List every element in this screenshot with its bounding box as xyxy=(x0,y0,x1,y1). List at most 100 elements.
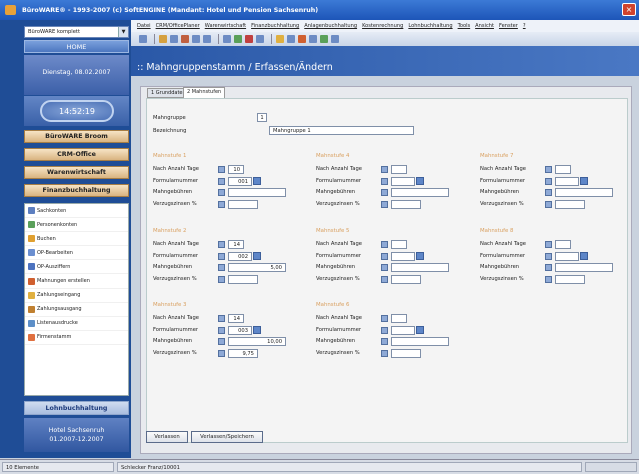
menu-item[interactable]: Fenster xyxy=(499,23,518,29)
new-icon[interactable] xyxy=(139,35,147,43)
field-formular[interactable] xyxy=(391,325,415,335)
field-icon[interactable] xyxy=(381,315,388,322)
field-icon[interactable] xyxy=(381,177,388,185)
field-icon[interactable] xyxy=(381,166,388,173)
field-zinsen[interactable] xyxy=(555,199,585,209)
field-icon[interactable] xyxy=(218,275,225,283)
open-icon[interactable] xyxy=(159,35,167,43)
module-button-broom[interactable]: BüroWARE Broom xyxy=(24,130,129,143)
field-formular[interactable] xyxy=(391,251,415,261)
field-icon[interactable] xyxy=(545,189,552,197)
field-icon[interactable] xyxy=(381,200,388,208)
form-lookup-icon[interactable] xyxy=(416,252,424,261)
field-icon[interactable] xyxy=(545,200,552,208)
menu-item[interactable]: CRM/OfficePlaner xyxy=(156,23,200,29)
copy-icon[interactable] xyxy=(192,35,200,43)
field-icon[interactable] xyxy=(218,315,225,322)
field-zinsen[interactable] xyxy=(391,274,421,284)
field-gebuehren[interactable] xyxy=(555,188,613,198)
form-lookup-icon[interactable] xyxy=(580,252,588,261)
nav-item[interactable]: Listenausdrucke xyxy=(25,317,128,331)
field-zinsen[interactable] xyxy=(391,348,421,358)
field-icon[interactable] xyxy=(545,252,552,260)
save-icon[interactable] xyxy=(170,35,178,43)
exit-icon[interactable] xyxy=(320,35,328,43)
field-gebuehren[interactable] xyxy=(228,188,286,198)
field-icon[interactable] xyxy=(218,177,225,185)
nav-item[interactable]: Sachkonten xyxy=(25,204,128,219)
field-icon[interactable] xyxy=(545,177,552,185)
menu-item[interactable]: Anlagenbuchhaltung xyxy=(304,23,357,29)
nav-item[interactable]: OP-Bearbeiten xyxy=(25,246,128,261)
menu-item[interactable]: Datei xyxy=(137,23,151,29)
field-icon[interactable] xyxy=(381,241,388,248)
form-lookup-icon[interactable] xyxy=(580,177,588,186)
field-zinsen[interactable] xyxy=(555,274,585,284)
module-button-warenwirtschaft[interactable]: Warenwirtschaft xyxy=(24,166,129,179)
menu-item[interactable]: Lohnbuchhaltung xyxy=(408,23,452,29)
nav-item[interactable]: Buchen xyxy=(25,232,128,247)
tab-mahnstufen[interactable]: 2 Mahnstufen xyxy=(183,87,226,98)
chart-icon[interactable] xyxy=(298,35,306,43)
menu-item[interactable]: Kostenrechnung xyxy=(362,23,403,29)
module-combo[interactable]: BüroWARE komplett ▼ xyxy=(24,26,129,38)
field-icon[interactable] xyxy=(381,349,388,357)
field-icon[interactable] xyxy=(218,189,225,197)
home-button[interactable]: HOME xyxy=(24,40,129,53)
field-formular[interactable]: 002 xyxy=(228,251,252,261)
field-icon[interactable] xyxy=(218,166,225,173)
verlassen-speichern-button[interactable]: Verlassen/Speichern xyxy=(191,431,263,443)
field-tage[interactable]: 10 xyxy=(228,165,244,174)
mahngruppe-field[interactable]: 1 xyxy=(257,113,267,122)
field-icon[interactable] xyxy=(545,264,552,272)
field-tage[interactable] xyxy=(555,165,571,174)
verlassen-button[interactable]: Verlassen xyxy=(146,431,188,443)
field-tage[interactable]: 14 xyxy=(228,240,244,249)
form-lookup-icon[interactable] xyxy=(253,326,261,335)
form-lookup-icon[interactable] xyxy=(253,252,261,261)
field-tage[interactable] xyxy=(391,165,407,174)
field-zinsen[interactable]: 9,75 xyxy=(228,348,258,358)
field-formular[interactable]: 003 xyxy=(228,325,252,335)
menu-item[interactable]: Warenwirtschaft xyxy=(205,23,246,29)
field-tage[interactable] xyxy=(391,240,407,249)
field-gebuehren[interactable]: 5,00 xyxy=(228,263,286,273)
field-icon[interactable] xyxy=(218,200,225,208)
delete-icon[interactable] xyxy=(181,35,189,43)
field-icon[interactable] xyxy=(381,275,388,283)
field-icon[interactable] xyxy=(381,326,388,334)
stop-icon[interactable] xyxy=(245,35,253,43)
field-icon[interactable] xyxy=(218,349,225,357)
menu-item[interactable]: Ansicht xyxy=(475,23,494,29)
field-gebuehren[interactable] xyxy=(391,263,449,273)
module-button-lohnbuchhaltung[interactable]: Lohnbuchhaltung xyxy=(24,401,129,415)
field-zinsen[interactable] xyxy=(228,199,258,209)
field-icon[interactable] xyxy=(218,338,225,346)
paste-icon[interactable] xyxy=(203,35,211,43)
form-lookup-icon[interactable] xyxy=(416,177,424,186)
field-icon[interactable] xyxy=(545,241,552,248)
field-icon[interactable] xyxy=(545,166,552,173)
field-gebuehren[interactable] xyxy=(391,337,449,347)
field-icon[interactable] xyxy=(381,338,388,346)
field-icon[interactable] xyxy=(218,252,225,260)
nav-item[interactable]: Mahnungen erstellen xyxy=(25,274,128,289)
field-gebuehren[interactable] xyxy=(391,188,449,198)
form-lookup-icon[interactable] xyxy=(416,326,424,335)
nav-item[interactable]: Firmenstamm xyxy=(25,331,128,345)
field-tage[interactable] xyxy=(391,314,407,323)
search-icon[interactable] xyxy=(234,35,242,43)
nav-item[interactable]: Zahlungsausgang xyxy=(25,303,128,317)
chevron-down-icon[interactable]: ▼ xyxy=(118,27,128,37)
menu-item[interactable]: Tools xyxy=(458,23,471,29)
help-icon[interactable] xyxy=(309,35,317,43)
field-formular[interactable] xyxy=(555,251,579,261)
module-button-crm[interactable]: CRM-Office xyxy=(24,148,129,161)
nav-item[interactable]: OP-Ausziffern xyxy=(25,260,128,275)
close-icon[interactable]: × xyxy=(622,3,636,16)
nav-item[interactable]: Personenkonten xyxy=(25,218,128,233)
field-icon[interactable] xyxy=(381,189,388,197)
menu-item[interactable]: Finanzbuchhaltung xyxy=(251,23,299,29)
field-icon[interactable] xyxy=(218,326,225,334)
field-formular[interactable]: 001 xyxy=(228,176,252,186)
